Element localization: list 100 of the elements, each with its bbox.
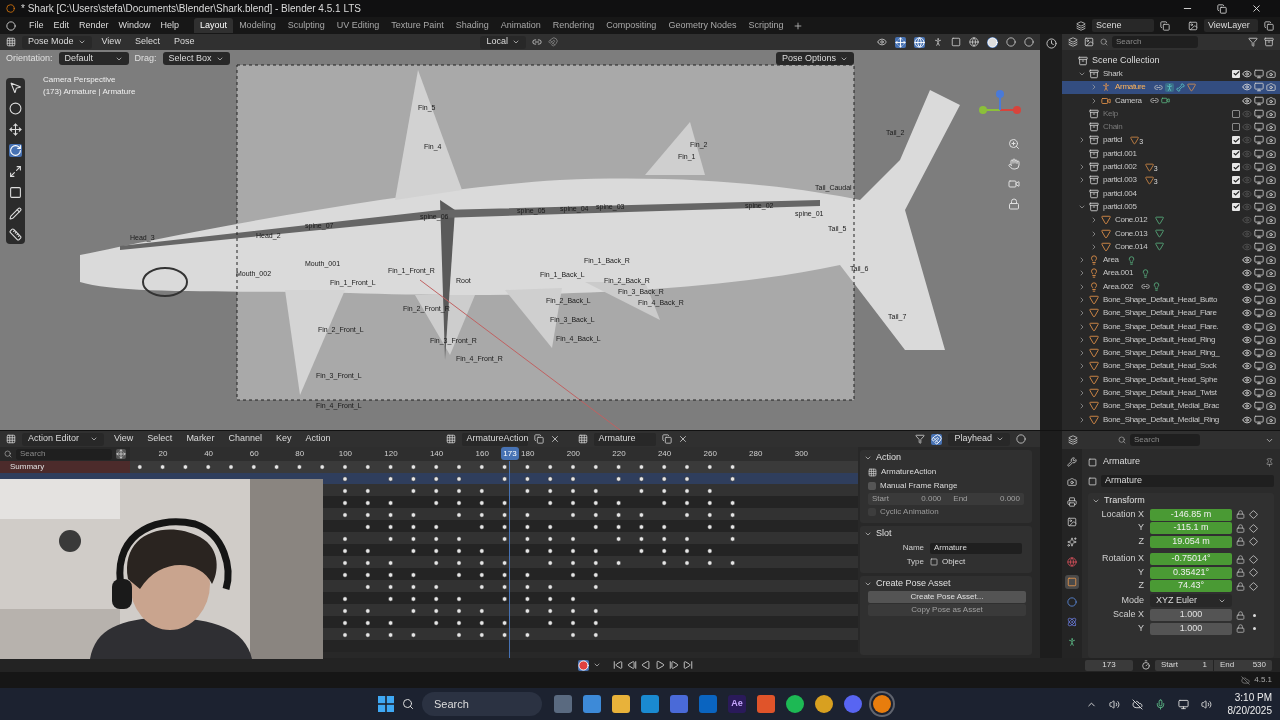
- item-name: Chain: [1103, 121, 1123, 134]
- panel-title[interactable]: Create Pose Asset: [876, 576, 951, 591]
- workspace-tab[interactable]: Shading: [449, 18, 495, 33]
- end-frame-field[interactable]: End 530: [1214, 659, 1272, 671]
- search-field[interactable]: Search: [16, 448, 112, 460]
- menu-item[interactable]: Edit: [48, 18, 75, 33]
- view-layer-field[interactable]: ViewLayer: [1204, 19, 1258, 32]
- frame-number: 160: [475, 448, 489, 460]
- playhead-dropdown[interactable]: Playhead: [948, 432, 1010, 446]
- search-field[interactable]: Search: [1112, 36, 1198, 48]
- workspace-tab[interactable]: Layout: [194, 18, 234, 33]
- scene-field[interactable]: Scene: [1092, 19, 1154, 32]
- slot-field[interactable]: Armature: [594, 432, 657, 446]
- menu-item[interactable]: Select: [130, 35, 164, 49]
- start-field: 0.000: [921, 493, 950, 505]
- object-name-field[interactable]: Armature: [1101, 475, 1274, 487]
- outliner-item[interactable]: Bone_Shape_Default_Head_Ring_: [1062, 346, 1280, 360]
- cyclic-animation-checkbox[interactable]: Cyclic Animation: [860, 505, 1032, 519]
- outliner-item[interactable]: Camera: [1062, 93, 1280, 108]
- outliner-item[interactable]: Bone_Shape_Default_Head_Ring: [1062, 333, 1280, 347]
- workspace-tab[interactable]: Sculpting: [281, 18, 331, 33]
- outliner-item[interactable]: Bone_Shape_Default_Head_Twist: [1062, 386, 1280, 400]
- outliner-item[interactable]: Chain: [1062, 120, 1280, 134]
- menu-item[interactable]: Help: [155, 18, 185, 33]
- outliner-item[interactable]: particl.005: [1062, 200, 1280, 214]
- pose-asset-button[interactable]: Create Pose Asset...: [868, 591, 1026, 603]
- menu-item[interactable]: Window: [113, 18, 156, 33]
- frame-number: 20: [158, 448, 168, 460]
- workspace-tab[interactable]: Compositing: [600, 18, 663, 33]
- workspace-tab[interactable]: Rendering: [546, 18, 601, 33]
- current-frame-field[interactable]: 173: [1085, 659, 1133, 671]
- outliner-item[interactable]: Bone_Shape_Default_Medial_Brac: [1062, 399, 1280, 413]
- drag-label: Drag:: [134, 51, 157, 65]
- workspace-tab[interactable]: Geometry Nodes: [662, 18, 743, 33]
- outliner-item[interactable]: Area: [1062, 253, 1280, 267]
- outliner-item[interactable]: Bone_Shape_Default_Head_Sock: [1062, 359, 1280, 374]
- taskbar-app-icon[interactable]: Ae: [728, 695, 746, 713]
- outliner-item[interactable]: Bone_Shape_Default_Head_Butto: [1062, 293, 1280, 307]
- outliner-item[interactable]: Area.001: [1062, 266, 1280, 281]
- item-name: Cone.014: [1115, 240, 1148, 253]
- outliner-item[interactable]: Bone_Shape_Default_Head_Flare: [1062, 306, 1280, 320]
- outliner-item[interactable]: particl.001: [1062, 147, 1280, 161]
- search-field[interactable]: Search: [1130, 434, 1200, 446]
- panel-title[interactable]: Action: [876, 450, 901, 465]
- field-label: Y: [1137, 565, 1145, 579]
- menu-item[interactable]: Render: [74, 18, 114, 33]
- field-label: Z: [1137, 534, 1145, 548]
- slot-name-field[interactable]: Armature: [930, 542, 1022, 554]
- outliner-item[interactable]: Bone_Shape_Default_Head_Sphe: [1062, 373, 1280, 387]
- field-label: End: [952, 493, 969, 505]
- menu-item[interactable]: View: [110, 432, 138, 446]
- start-frame-field[interactable]: Start 1: [1155, 659, 1213, 671]
- viewport-info-text: Camera Perspective: [43, 74, 117, 86]
- orientation-dropdown[interactable]: Default: [58, 52, 129, 65]
- orientation-dropdown[interactable]: Local: [480, 35, 526, 49]
- menu-item[interactable]: Pose: [169, 35, 199, 49]
- outliner-item[interactable]: Armature: [1062, 80, 1280, 94]
- field-label: Z: [1137, 579, 1145, 593]
- clock-date[interactable]: 8/20/2025: [1227, 704, 1272, 717]
- outliner-item[interactable]: Shark: [1062, 67, 1280, 81]
- workspace-tab[interactable]: UV Editing: [330, 18, 386, 33]
- number-field[interactable]: 1.000: [1150, 609, 1232, 621]
- mode-dropdown[interactable]: Action Editor: [22, 432, 104, 446]
- menu-item[interactable]: Action: [301, 432, 335, 446]
- frame-number: 240: [657, 448, 672, 460]
- outliner-item[interactable]: Bone_Shape_Default_Medial_Ring: [1062, 413, 1280, 427]
- item-name: particl: [1103, 134, 1123, 147]
- outliner-item[interactable]: particl.004: [1062, 186, 1280, 201]
- outliner-item[interactable]: Area.002: [1062, 280, 1280, 294]
- window-title: * Shark [C:\Users\stefa\Documents\Blender\Shark.blend] - Blender 4.5.1 LTS: [21, 2, 361, 16]
- menu-item[interactable]: Select: [143, 432, 177, 446]
- pose-options-dropdown[interactable]: Pose Options: [775, 52, 854, 65]
- menu-item[interactable]: Channel: [224, 432, 266, 446]
- outliner-item[interactable]: Cone.013: [1062, 226, 1280, 241]
- outliner-item[interactable]: Cone.014: [1062, 240, 1280, 254]
- outliner-item[interactable]: Bone_Shape_Default_Head_Flare.: [1062, 319, 1280, 334]
- panel-title[interactable]: Transform: [1104, 493, 1145, 508]
- rotation-mode-dropdown[interactable]: XYZ Euler: [1150, 594, 1232, 607]
- panel-title[interactable]: Slot: [876, 526, 892, 541]
- number-field[interactable]: 1.000: [1150, 622, 1232, 635]
- workspace-tab[interactable]: Scripting: [742, 18, 790, 33]
- item-name: Area.002: [1103, 280, 1134, 293]
- taskbar-search-field[interactable]: Search: [422, 692, 542, 716]
- end-field: 0.000: [999, 493, 1024, 505]
- menu-item[interactable]: View: [97, 35, 125, 49]
- workspace-tab[interactable]: Texture Paint: [385, 18, 450, 33]
- drag-dropdown[interactable]: Select Box: [162, 52, 230, 65]
- summary-channel[interactable]: Summary: [0, 461, 130, 473]
- menu-item[interactable]: Key: [271, 432, 296, 446]
- menu-item[interactable]: Marker: [182, 432, 219, 446]
- outliner-item[interactable]: Cone.012: [1062, 213, 1280, 227]
- manual-frame-range-checkbox[interactable]: Manual Frame Range: [860, 479, 1032, 493]
- action-field[interactable]: ArmatureAction: [462, 432, 529, 446]
- workspace-tab[interactable]: Animation: [494, 18, 547, 33]
- playhead-frame[interactable]: 173: [501, 447, 519, 460]
- clock-time[interactable]: 3:10 PM: [1234, 691, 1272, 704]
- mode-dropdown[interactable]: Pose Mode: [22, 35, 92, 49]
- menu-item[interactable]: File: [24, 18, 49, 33]
- workspace-tab[interactable]: Modeling: [233, 18, 282, 33]
- outliner-item[interactable]: Kelp: [1062, 107, 1280, 121]
